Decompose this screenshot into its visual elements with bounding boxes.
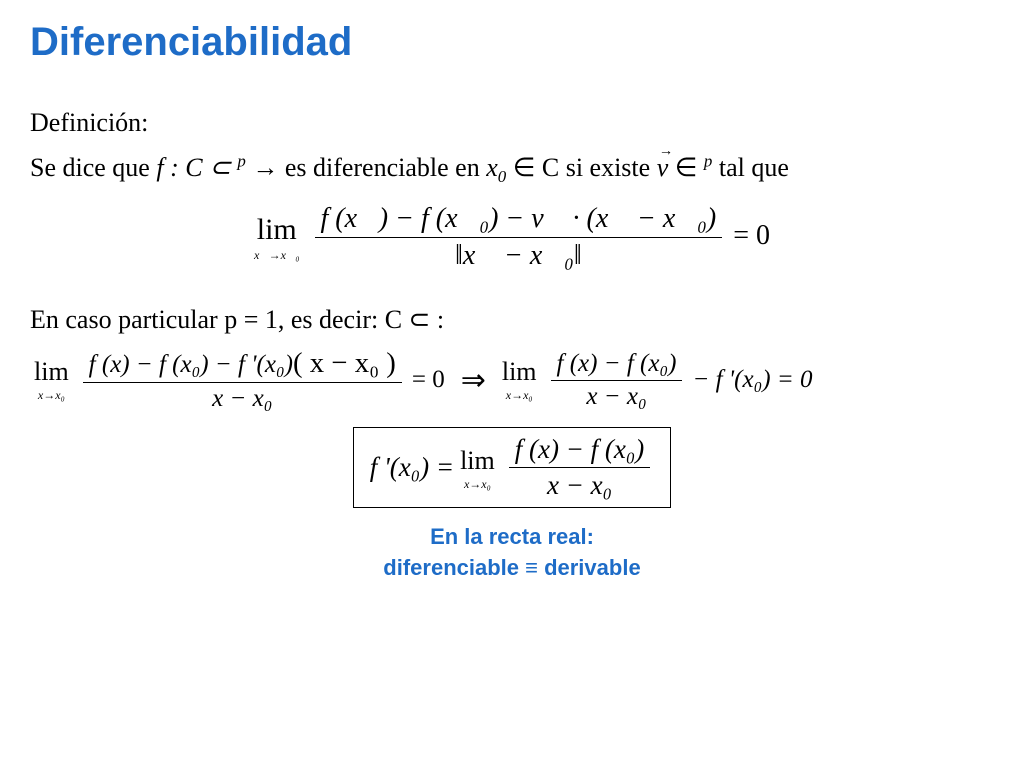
eq2-fracR: f (x) − f (x₀) x − x₀ [551, 350, 683, 411]
intro-arrow: → [252, 153, 285, 182]
footer-line2: diferenciable ≡ derivable [30, 553, 994, 584]
equation-1: lim x⃗→x⃗₀ f (x⃗) − f (x⃗₀) − v⃗ · (x⃗ −… [30, 203, 994, 272]
eq2-eqL: = 0 [412, 366, 445, 394]
case-colon: : [437, 305, 444, 334]
eq3-den: x − x₀ [509, 468, 651, 501]
eq1-fraction: f (x⃗) − f (x⃗₀) − v⃗ · (x⃗ − x⃗₀) ‖x⃗ −… [315, 203, 723, 272]
eq1-lim: lim x⃗→x⃗₀ [254, 215, 300, 261]
intro-part2: es diferenciable en [285, 153, 486, 182]
eq2-numL: f (x) − f (x₀) − f '(x₀)( x − x₀ ) [83, 347, 402, 383]
equation-2: lim x→x₀ f (x) − f (x₀) − f '(x₀)( x − x… [30, 347, 994, 413]
eq3-lhs: f '(x₀) = [370, 452, 454, 483]
eq1-denominator: ‖x⃗ − x⃗₀‖ [315, 238, 723, 272]
eq3-lim: lim x→x₀ [460, 445, 495, 490]
slide: Diferenciabilidad Definición: Se dice qu… [0, 0, 1024, 594]
intro-func: f : C ⊂ [156, 153, 237, 182]
eq2-numR: f (x) − f (x₀) [551, 350, 683, 381]
case-text1: En caso particular p = 1, es decir: C ⊂ [30, 305, 437, 334]
eq3-num: f (x) − f (x₀) [509, 434, 651, 468]
eq2-denR: x − x₀ [551, 381, 683, 411]
intro-sup-p: p [237, 151, 245, 170]
eq2-limL: lim x→x₀ [34, 359, 69, 401]
eq2-denL: x − x₀ [83, 383, 402, 413]
intro-part3: si existe [566, 153, 657, 182]
footer-line1: En la recta real: [30, 522, 994, 553]
eq1-equals-zero: = 0 [733, 220, 770, 251]
definition-label: Definición: [30, 105, 994, 140]
footer-note: En la recta real: diferenciable ≡ deriva… [30, 522, 994, 584]
intro-inC: ∈ C [513, 153, 566, 182]
eq2-tailR: − f '(x₀) = 0 [692, 366, 812, 394]
slide-title: Diferenciabilidad [30, 20, 994, 65]
eq3-frac: f (x) − f (x₀) x − x₀ [509, 434, 651, 501]
particular-case-text: En caso particular p = 1, es decir: C ⊂ … [30, 302, 994, 337]
intro-part4: tal que [719, 153, 789, 182]
intro-vecv: v [657, 150, 669, 185]
equation-3-boxed: f '(x₀) = lim x→x₀ f (x) − f (x₀) x − x₀ [353, 427, 672, 508]
intro-inRp: ∈ [675, 153, 704, 182]
intro-x0: x0 [486, 153, 506, 182]
eq2-implies: ⇒ [461, 363, 486, 398]
intro-sup-p2: p [704, 151, 712, 170]
intro-part1: Se dice que [30, 153, 156, 182]
eq1-numerator: f (x⃗) − f (x⃗₀) − v⃗ · (x⃗ − x⃗₀) [315, 203, 723, 238]
eq2-limR: lim x→x₀ [502, 359, 537, 401]
definition-text: Se dice que f : C ⊂ p → es diferenciable… [30, 150, 994, 189]
eq2-fracL: f (x) − f (x₀) − f '(x₀)( x − x₀ ) x − x… [83, 347, 402, 413]
